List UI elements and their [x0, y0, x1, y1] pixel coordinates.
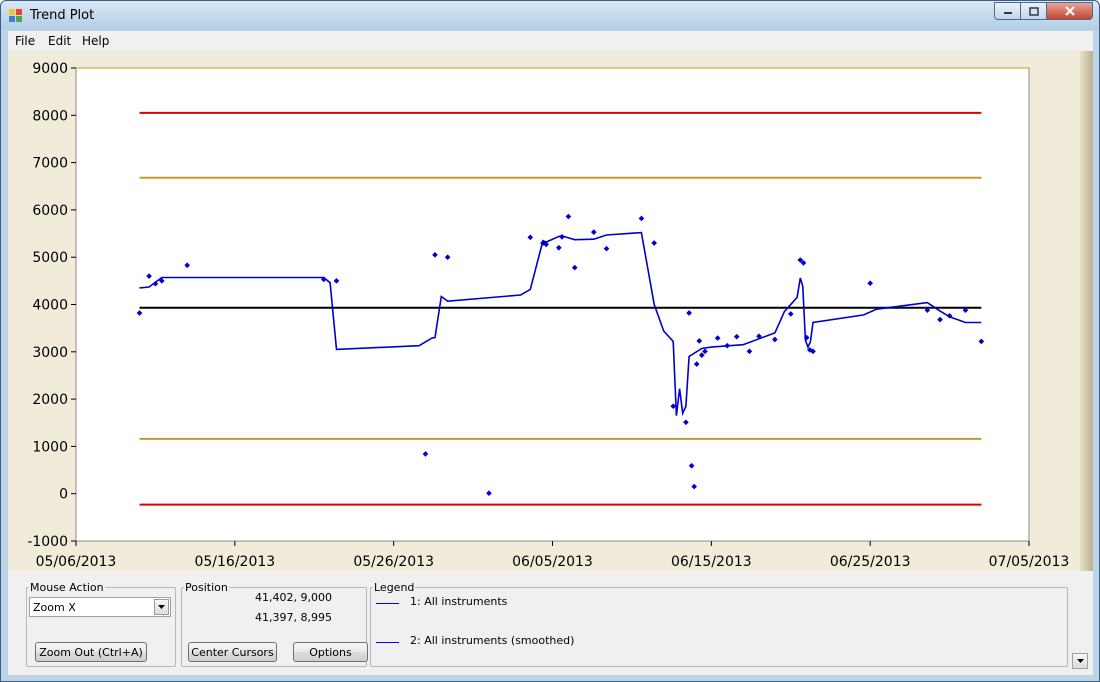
menu-bar: File Edit Help: [8, 31, 1093, 51]
minimize-button[interactable]: [994, 2, 1021, 20]
maximize-button[interactable]: [1021, 2, 1047, 20]
scroll-down-icon: [1076, 659, 1084, 663]
legend-swatch-2: [376, 642, 399, 643]
app-icon: [9, 9, 22, 22]
x-tick-label: 05/26/2013: [353, 554, 434, 570]
y-tick-label: 3000: [32, 345, 68, 361]
legend-group: Legend: [370, 581, 1068, 667]
y-tick-label: 2000: [32, 392, 68, 408]
position-readout-1: 41,402, 9,000: [255, 591, 332, 604]
menu-help-label: Help: [82, 34, 110, 48]
scroll-down-button[interactable]: [1072, 653, 1088, 669]
chevron-down-icon: [158, 605, 165, 609]
y-tick-label: 5000: [32, 250, 68, 266]
x-tick-label: 05/06/2013: [36, 554, 117, 570]
y-tick-label: -1000: [27, 534, 68, 550]
title-bar[interactable]: Trend Plot: [1, 1, 1099, 30]
y-tick-label: 6000: [32, 203, 68, 219]
maximize-icon: [1028, 6, 1039, 16]
y-tick-label: 1000: [32, 439, 68, 455]
legend-entry-1: 1: All instruments: [410, 595, 508, 608]
legend-swatch-1: [376, 603, 399, 604]
menu-file-label: File: [15, 34, 36, 48]
position-label: Position: [185, 581, 228, 594]
close-button[interactable]: [1047, 2, 1093, 20]
menu-edit[interactable]: Edit: [48, 34, 71, 48]
position-readout-2: 41,397, 8,995: [255, 611, 332, 624]
y-tick-label: 0: [59, 487, 68, 503]
legend-label: Legend: [374, 581, 415, 594]
options-button[interactable]: Options: [293, 642, 368, 662]
x-tick-label: 06/15/2013: [671, 554, 752, 570]
trend-chart[interactable]: 9000 8000 7000 6000 5000 4000 3000 2000 1000 0 -10…: [8, 51, 1080, 571]
mouse-action-select[interactable]: Zoom X: [29, 597, 171, 617]
zoom-out-button[interactable]: Zoom Out (Ctrl+A): [35, 642, 147, 662]
plot-background: [75, 67, 1030, 542]
y-tick-label: 4000: [32, 298, 68, 314]
y-tick-label: 7000: [32, 156, 68, 172]
plot-edge: [1080, 51, 1093, 571]
menu-file[interactable]: File: [15, 34, 35, 48]
menu-edit-label: Edit: [48, 34, 72, 48]
x-tick-label: 06/25/2013: [830, 554, 911, 570]
minimize-icon: [1003, 12, 1012, 14]
menu-help[interactable]: Help: [82, 34, 109, 48]
mouse-action-value: Zoom X: [33, 601, 76, 614]
mouse-action-label: Mouse Action: [30, 581, 104, 594]
close-icon: [1064, 6, 1075, 16]
center-cursors-button[interactable]: Center Cursors: [188, 642, 277, 662]
y-tick-label: 9000: [32, 61, 68, 77]
x-tick-label: 05/16/2013: [194, 554, 275, 570]
x-tick-label: 07/05/2013: [989, 554, 1070, 570]
y-tick-label: 8000: [32, 108, 68, 124]
trend-plot-window: Trend Plot File Edit Help 9000 8000 7000 60…: [0, 0, 1100, 682]
window-title: Trend Plot: [30, 8, 95, 23]
x-tick-label: 06/05/2013: [512, 554, 593, 570]
legend-entry-2: 2: All instruments (smoothed): [410, 634, 575, 647]
dropdown-button[interactable]: [154, 599, 169, 615]
